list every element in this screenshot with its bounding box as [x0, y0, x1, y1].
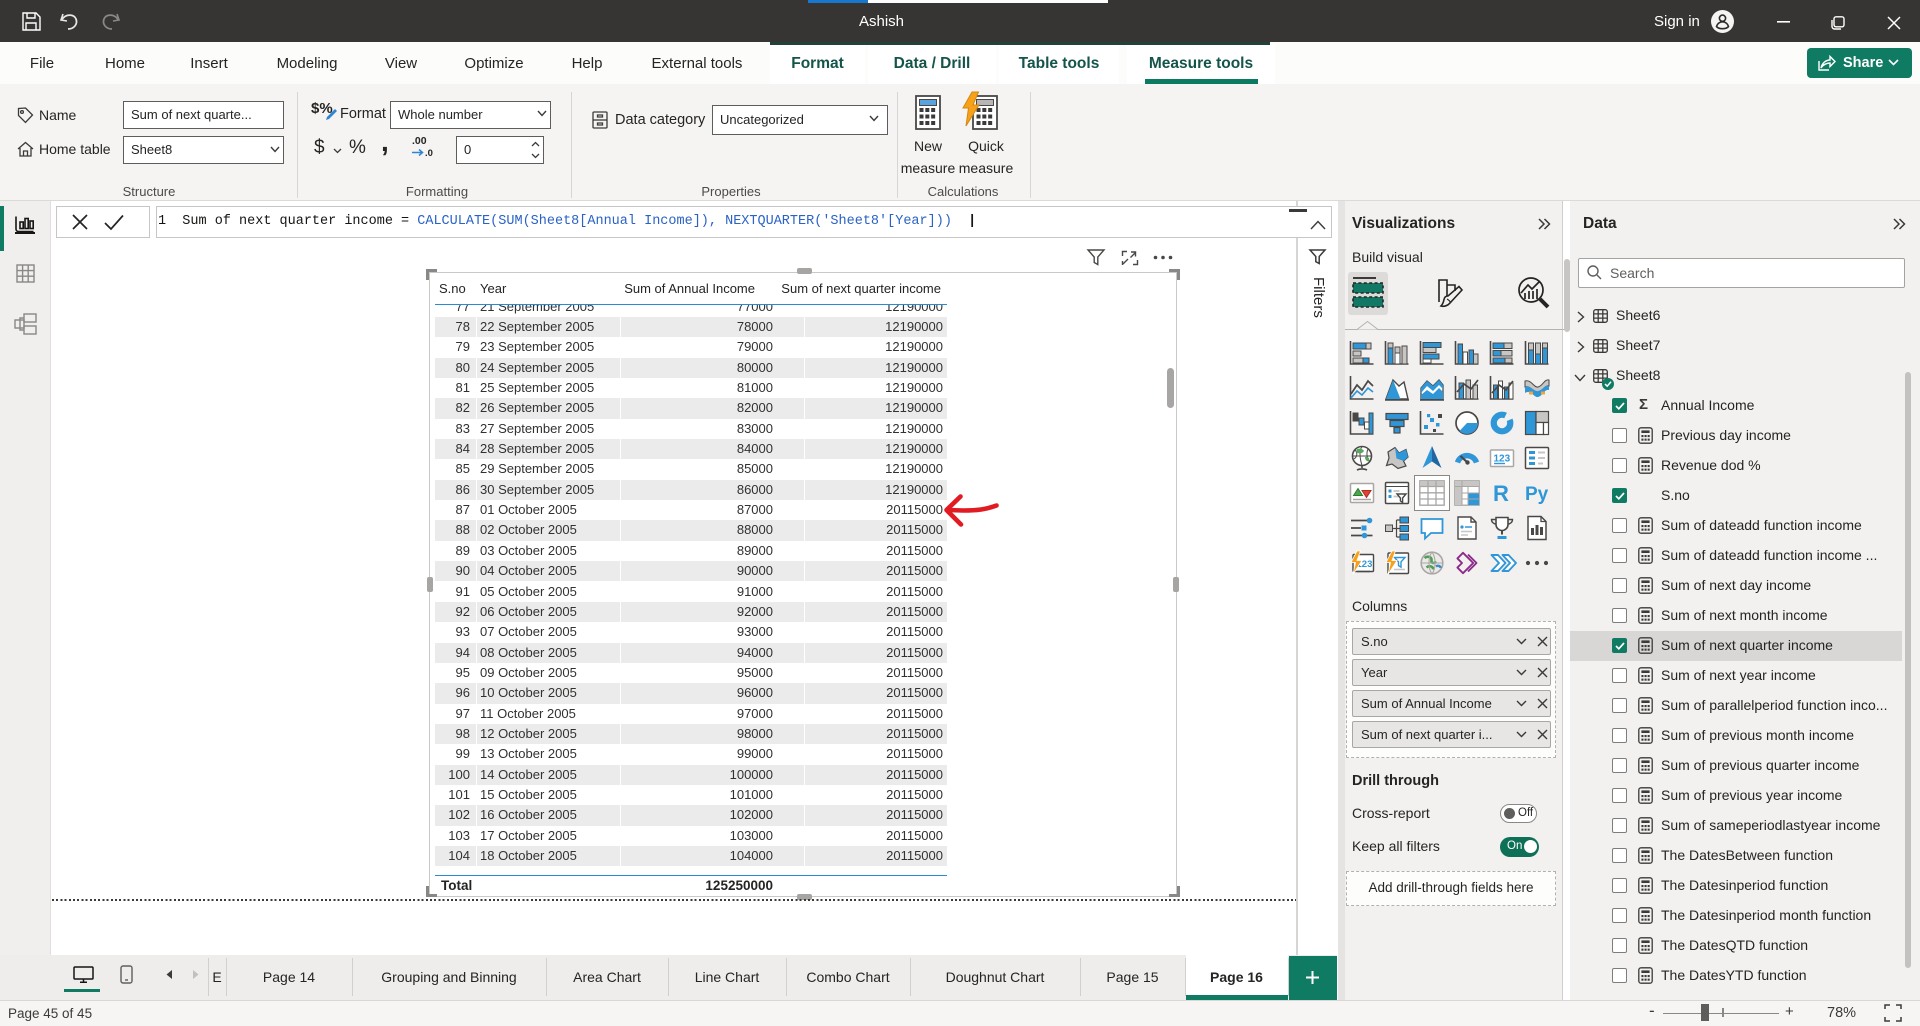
svg-text:Py: Py — [1525, 484, 1549, 505]
svg-text:R: R — [1493, 481, 1509, 506]
svg-text:.0: .0 — [425, 148, 433, 159]
